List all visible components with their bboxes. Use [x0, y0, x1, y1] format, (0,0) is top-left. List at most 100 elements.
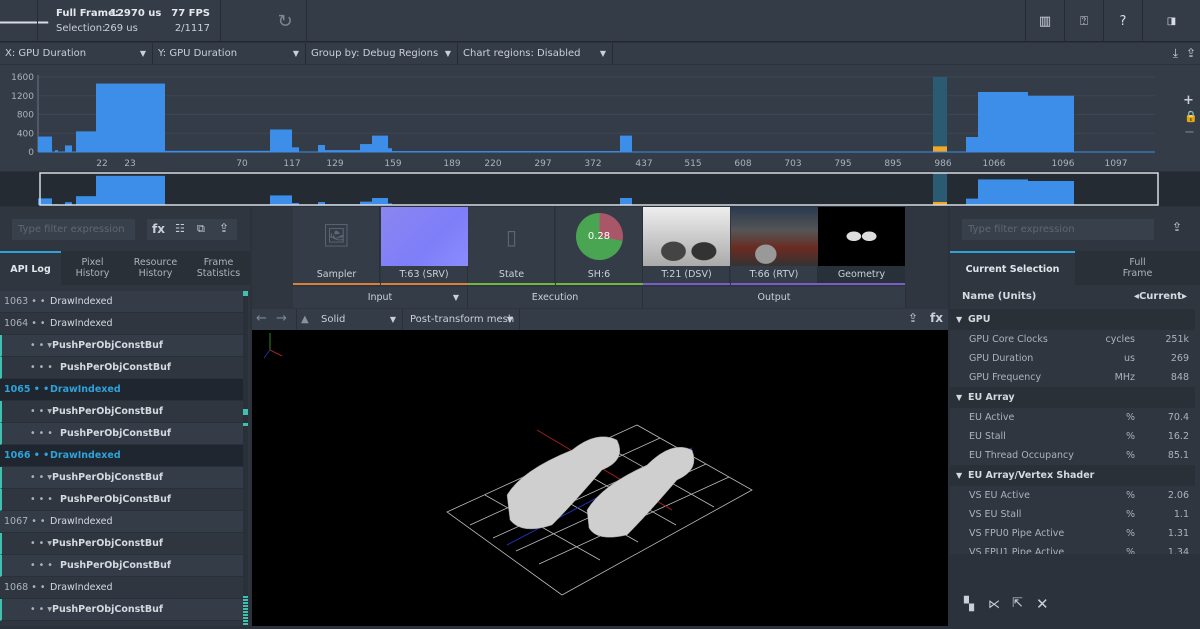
api-log-row[interactable]: • • •PushPerObjConstBuf [0, 357, 243, 379]
geometry-viewport[interactable] [252, 330, 948, 626]
pipeline-cell[interactable]: ⬬⬬Geometry [818, 207, 905, 285]
api-log-row[interactable]: 1066 • •DrawIndexed [0, 445, 243, 467]
tab-current-selection[interactable]: Current Selection [950, 251, 1075, 285]
api-log-row[interactable]: • • •PushPerObjConstBuf [0, 489, 243, 511]
import-icon[interactable]: ⤓ [1173, 43, 1178, 64]
render-mode-dropdown[interactable]: ▲ Solid ▼ [296, 309, 403, 330]
tree-icon[interactable]: ☷ [175, 222, 185, 235]
metric-value: 70.4 [1168, 408, 1189, 427]
metric-name: EU Stall [969, 427, 1006, 446]
group-execution[interactable]: Execution [468, 287, 643, 308]
metric-row[interactable]: VS FPU0 Pipe Active%1.31 [950, 524, 1195, 543]
tab-pixel-history[interactable]: Pixel History [61, 251, 124, 285]
fx-icon[interactable]: fx [152, 222, 165, 236]
x-tick-label: 986 [934, 159, 951, 169]
row-index: • • ▾ [30, 599, 52, 621]
metric-group[interactable]: ▼GPU [950, 309, 1195, 330]
filter-input[interactable]: Type filter expression [12, 219, 135, 240]
x-tick-label: 297 [534, 159, 551, 169]
column-name[interactable]: Name (Units) [962, 286, 1036, 308]
zoom-out-icon[interactable]: − [1184, 125, 1195, 140]
row-index: 1068 • • [4, 577, 45, 599]
api-log-row[interactable]: • • ▾PushPerObjConstBuf [0, 467, 243, 489]
metric-group[interactable]: ▼EU Array [950, 387, 1195, 408]
lock-icon[interactable]: 🔒 [1184, 110, 1198, 123]
close-icon[interactable]: ✕ [1036, 595, 1049, 613]
scrollbar[interactable] [243, 291, 248, 626]
dropdown-bar-filler: ⤓ ⇪ [613, 43, 1200, 64]
x-tick-label: 117 [283, 159, 300, 169]
metric-name: VS EU Active [969, 486, 1030, 505]
panel-toggle-icon[interactable]: ◨ [1143, 0, 1200, 42]
overview-strip[interactable] [0, 172, 1200, 206]
pipeline-cell[interactable]: 0.28SH:6 [556, 207, 643, 285]
api-log-row[interactable]: • • ▾PushPerObjConstBuf [0, 599, 243, 621]
metric-value: 848 [1171, 368, 1189, 387]
info-bubble-icon[interactable]: ⍰ [1065, 0, 1103, 42]
cell-label: T:21 (DSV) [643, 266, 730, 283]
metrics-filter-input[interactable]: Type filter expression [962, 219, 1154, 240]
overview-bar [372, 198, 388, 205]
pipeline-cell[interactable]: 🖼Sampler [293, 207, 380, 285]
group-by-dropdown[interactable]: Group by: Debug Regions▼ [306, 43, 458, 64]
api-log-row[interactable]: • • ▾PushPerObjConstBuf [0, 533, 243, 555]
mesh-dropdown[interactable]: Post-transform mesh ▼ [404, 309, 520, 330]
y-axis-dropdown[interactable]: Y: GPU Duration▼ [153, 43, 306, 64]
api-log-row[interactable]: • • •PushPerObjConstBuf [0, 423, 243, 445]
fx-icon[interactable]: fx [930, 311, 943, 325]
help-icon[interactable]: ? [1104, 0, 1142, 42]
filter-off-icon[interactable]: ⋉ [988, 597, 1000, 611]
back-arrow-icon[interactable]: 🡐 [0, 0, 38, 42]
pipeline-cell[interactable]: T:66 (RTV) [731, 207, 818, 285]
api-log-row[interactable]: • • ▾PushPerObjConstBuf [0, 401, 243, 423]
metric-row[interactable]: EU Thread Occupancy%85.1 [950, 446, 1195, 465]
x-axis-dropdown[interactable]: X: GPU Duration▼ [0, 43, 153, 64]
metric-row[interactable]: GPU Durationus269 [950, 349, 1195, 368]
reset-icon[interactable]: ↻ [264, 0, 306, 42]
layout-icon[interactable]: ▥ [1026, 0, 1064, 42]
row-index: • • • [30, 357, 53, 379]
chart-regions-dropdown[interactable]: Chart regions: Disabled▼ [458, 43, 613, 64]
collapse-icon[interactable]: ⧉ [197, 222, 205, 236]
histogram-bar [620, 136, 632, 152]
arrow-left-icon[interactable]: ← [256, 311, 267, 326]
column-current[interactable]: ◂Current▸ [1134, 286, 1187, 308]
api-log-row[interactable]: 1068 • •DrawIndexed [0, 577, 243, 599]
checker-icon[interactable]: ▚ [964, 597, 974, 612]
metric-row[interactable]: VS EU Stall%1.1 [950, 505, 1195, 524]
arrow-right-icon[interactable]: → [276, 311, 287, 326]
api-log-row[interactable]: 1065 • •DrawIndexed [0, 379, 243, 401]
export-icon[interactable]: ⇪ [219, 221, 229, 235]
zoom-in-icon[interactable]: + [1183, 93, 1194, 108]
api-log-row[interactable]: 1063 • •DrawIndexed [0, 291, 243, 313]
histogram-chart[interactable]: 1600120080040002223701171291591892202973… [0, 65, 1200, 171]
api-log-row[interactable]: • • •PushPerObjConstBuf [0, 555, 243, 577]
x-tick-label: 795 [834, 159, 851, 169]
pin-corner-icon[interactable]: ⇱ [1012, 596, 1023, 611]
histogram-bar [270, 130, 292, 153]
pipeline-cell[interactable]: T:21 (DSV) [643, 207, 730, 285]
row-index: 1067 • • [4, 511, 45, 533]
x-tick-label: 22 [96, 159, 107, 169]
tab-full-frame[interactable]: Full Frame [1075, 251, 1200, 285]
api-log-row[interactable]: 1067 • •DrawIndexed [0, 511, 243, 533]
tab-resource-history[interactable]: Resource History [124, 251, 187, 285]
metric-group[interactable]: ▼EU Array/Vertex Shader [950, 465, 1195, 486]
group-output[interactable]: Output [643, 287, 906, 308]
export-icon[interactable]: ⇪ [908, 311, 918, 325]
api-log-row[interactable]: • • ▾PushPerObjConstBuf [0, 335, 243, 357]
metric-row[interactable]: EU Stall%16.2 [950, 427, 1195, 446]
metric-row[interactable]: GPU Core Clockscycles251k [950, 330, 1195, 349]
export-icon[interactable]: ⇪ [1172, 220, 1182, 234]
pipeline-cell[interactable]: ▯State [468, 207, 555, 285]
api-log-row[interactable]: 1064 • •DrawIndexed [0, 313, 243, 335]
tab-api-log[interactable]: API Log [0, 251, 61, 285]
metric-row[interactable]: VS EU Active%2.06 [950, 486, 1195, 505]
metric-row[interactable]: EU Active%70.4 [950, 408, 1195, 427]
metric-row[interactable]: GPU FrequencyMHz848 [950, 368, 1195, 387]
row-index: 1064 • • [4, 313, 45, 335]
tab-frame-statistics[interactable]: Frame Statistics [187, 251, 250, 285]
pipeline-cell[interactable]: T:63 (SRV) [381, 207, 468, 285]
export-icon[interactable]: ⇪ [1186, 43, 1196, 64]
group-input[interactable]: Input▼ [293, 287, 468, 308]
